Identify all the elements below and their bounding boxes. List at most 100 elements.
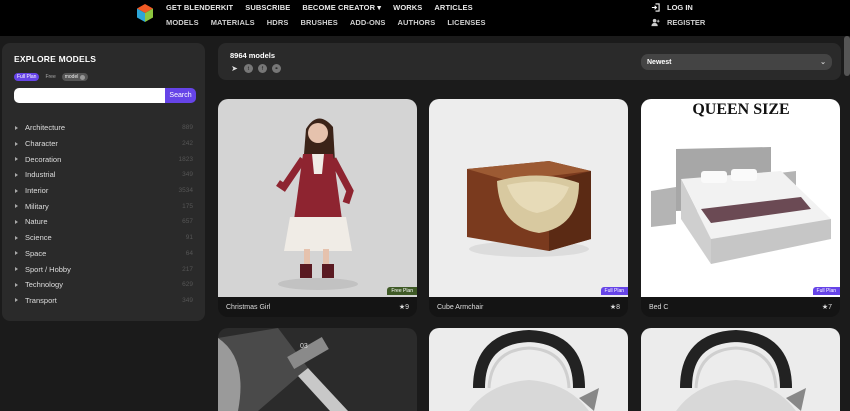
filter-free[interactable]: Free bbox=[42, 73, 58, 81]
twitter-icon[interactable]: t bbox=[244, 64, 253, 73]
category-item[interactable]: Industrial 349 bbox=[15, 167, 195, 183]
caret-right-icon bbox=[15, 204, 18, 209]
model-thumbnail bbox=[218, 99, 417, 297]
model-card-christmas-girl[interactable]: Free Plan Christmas Girl ★9 bbox=[218, 99, 417, 317]
plan-badge: Free Plan bbox=[387, 287, 417, 295]
nav-licenses[interactable]: LICENSES bbox=[447, 18, 485, 27]
model-thumbnail bbox=[429, 328, 628, 411]
category-item[interactable]: Technology 629 bbox=[15, 277, 195, 293]
category-label: Nature bbox=[25, 217, 48, 227]
category-item[interactable]: Military 175 bbox=[15, 198, 195, 214]
remove-filter-icon[interactable] bbox=[80, 74, 86, 80]
card-meta: Bed C ★7 bbox=[641, 297, 840, 317]
chevron-down-icon: ⌄ bbox=[820, 59, 826, 66]
model-thumbnail bbox=[429, 99, 628, 297]
nav-authors[interactable]: AUTHORS bbox=[398, 18, 436, 27]
login-link[interactable]: LOG IN bbox=[651, 3, 693, 12]
link-icon[interactable]: ⚭ bbox=[272, 64, 281, 73]
explore-sidebar: EXPLORE MODELS Full Plan Free model Sear… bbox=[2, 43, 205, 321]
category-count: 349 bbox=[182, 296, 193, 304]
sort-value: Newest bbox=[647, 58, 672, 66]
search-button[interactable]: Search bbox=[165, 88, 196, 103]
category-item[interactable]: Character 242 bbox=[15, 136, 195, 152]
card-title: Cube Armchair bbox=[437, 303, 484, 311]
model-card-axe[interactable]: 03 bbox=[218, 328, 417, 411]
model-count: 8964 models bbox=[230, 51, 276, 60]
caret-right-icon bbox=[15, 188, 18, 193]
caret-right-icon bbox=[15, 125, 18, 130]
nav-models[interactable]: MODELS bbox=[166, 18, 199, 27]
category-label: Character bbox=[25, 139, 58, 149]
category-label: Military bbox=[25, 201, 49, 211]
card-title: Bed C bbox=[649, 303, 669, 311]
top-navbar: GET BLENDERKIT SUBSCRIBE BECOME CREATOR … bbox=[0, 0, 850, 36]
filter-model-tag[interactable]: model bbox=[61, 73, 89, 81]
nav-materials[interactable]: MATERIALS bbox=[211, 18, 255, 27]
facebook-icon[interactable]: f bbox=[258, 64, 267, 73]
card-meta: Cube Armchair ★8 bbox=[429, 297, 628, 317]
plan-badge: Full Plan bbox=[600, 287, 628, 295]
category-list: Architecture 889 Character 242 Decoration 182… bbox=[15, 120, 195, 308]
card-rating: ★9 bbox=[398, 304, 409, 311]
category-item[interactable]: Transport 349 bbox=[15, 293, 195, 309]
asset-nav: MODELS MATERIALS HDRS BRUSHES ADD-ONS AU… bbox=[166, 18, 498, 27]
card-rating: ★8 bbox=[609, 304, 620, 311]
model-card-bed-c[interactable]: QUEEN SIZE Full Plan Bed C ★7 bbox=[641, 99, 840, 317]
blenderkit-logo-icon[interactable] bbox=[137, 4, 153, 22]
nav-brushes[interactable]: BRUSHES bbox=[300, 18, 337, 27]
sidebar-title: EXPLORE MODELS bbox=[14, 54, 97, 64]
card-rating: ★7 bbox=[821, 304, 832, 311]
nav-subscribe[interactable]: SUBSCRIBE bbox=[245, 3, 290, 12]
category-count: 3534 bbox=[178, 187, 193, 195]
model-card-kettle-2[interactable] bbox=[641, 328, 840, 411]
nav-works[interactable]: WORKS bbox=[393, 3, 422, 12]
image-text: 03 bbox=[300, 343, 308, 350]
category-item[interactable]: Space 64 bbox=[15, 246, 195, 262]
caret-right-icon bbox=[15, 235, 18, 240]
share-links: ➤ t f ⚭ bbox=[230, 64, 281, 73]
category-label: Industrial bbox=[25, 170, 56, 180]
category-item[interactable]: Sport / Hobby 217 bbox=[15, 261, 195, 277]
register-link[interactable]: REGISTER bbox=[651, 18, 705, 27]
filter-full-plan[interactable]: Full Plan bbox=[14, 73, 40, 81]
category-count: 242 bbox=[182, 140, 193, 148]
share-icon[interactable]: ➤ bbox=[230, 64, 239, 73]
login-icon bbox=[651, 3, 660, 12]
caret-right-icon bbox=[15, 172, 18, 177]
nav-add-ons[interactable]: ADD-ONS bbox=[350, 18, 386, 27]
category-item[interactable]: Nature 657 bbox=[15, 214, 195, 230]
category-item[interactable]: Decoration 1823 bbox=[15, 151, 195, 167]
nav-articles[interactable]: ARTICLES bbox=[434, 3, 472, 12]
nav-become-creator[interactable]: BECOME CREATOR ▾ bbox=[302, 3, 381, 12]
plan-badge: Full Plan bbox=[812, 287, 840, 295]
category-label: Space bbox=[25, 248, 47, 258]
nav-hdrs[interactable]: HDRS bbox=[267, 18, 289, 27]
caret-right-icon bbox=[15, 141, 18, 146]
category-count: 349 bbox=[182, 171, 193, 179]
category-count: 175 bbox=[182, 202, 193, 210]
search-input[interactable] bbox=[14, 88, 165, 103]
caret-right-icon bbox=[15, 298, 18, 303]
card-meta: Christmas Girl ★9 bbox=[218, 297, 417, 317]
category-count: 1823 bbox=[178, 155, 193, 163]
results-toolbar: 8964 models ➤ t f ⚭ Newest ⌄ bbox=[218, 43, 841, 80]
login-label: LOG IN bbox=[667, 3, 693, 12]
nav-get-blenderkit[interactable]: GET BLENDERKIT bbox=[166, 3, 233, 12]
add-user-icon bbox=[651, 18, 660, 27]
page-scrollbar[interactable] bbox=[844, 36, 850, 76]
caret-right-icon bbox=[15, 282, 18, 287]
category-count: 91 bbox=[185, 234, 193, 242]
card-title: Christmas Girl bbox=[226, 303, 271, 311]
category-count: 217 bbox=[182, 265, 193, 273]
category-label: Interior bbox=[25, 186, 49, 196]
category-item[interactable]: Architecture 889 bbox=[15, 120, 195, 136]
sort-dropdown[interactable]: Newest ⌄ bbox=[641, 54, 832, 70]
model-card-cube-armchair[interactable]: Full Plan Cube Armchair ★8 bbox=[429, 99, 628, 317]
model-thumbnail bbox=[641, 328, 840, 411]
category-label: Decoration bbox=[25, 154, 62, 164]
caret-right-icon bbox=[15, 267, 18, 272]
category-label: Sport / Hobby bbox=[25, 264, 71, 274]
model-card-kettle-1[interactable] bbox=[429, 328, 628, 411]
category-item[interactable]: Interior 3534 bbox=[15, 183, 195, 199]
category-item[interactable]: Science 91 bbox=[15, 230, 195, 246]
